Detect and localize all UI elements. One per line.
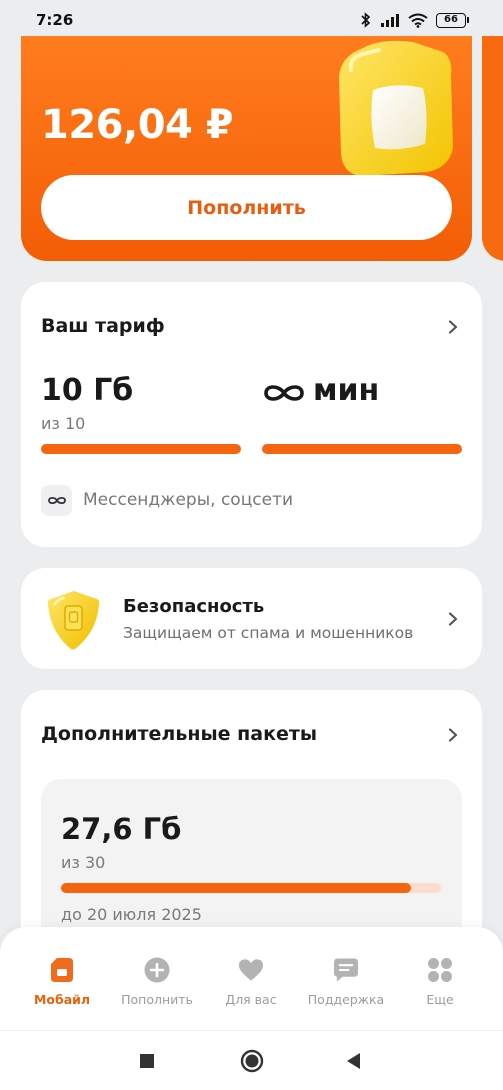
infinity-icon: [264, 385, 304, 401]
shield-icon: [47, 591, 100, 650]
nav-label: Пополнить: [121, 992, 193, 1007]
nav-item-support[interactable]: Поддержка: [296, 927, 396, 1030]
nav-item-more[interactable]: Еще: [390, 927, 490, 1030]
grid-dots-icon: [427, 957, 453, 983]
pack-amount: 27,6 Гб: [61, 812, 182, 846]
home-button[interactable]: [239, 1048, 265, 1074]
triangle-back-icon: [347, 1053, 360, 1069]
security-subtitle: Защищаем от спама и мошенников: [123, 624, 414, 642]
security-card[interactable]: Безопасность Защищаем от спама и мошенни…: [21, 568, 482, 669]
packs-title: Дополнительные пакеты: [41, 723, 318, 745]
pack-until: до 20 июля 2025: [61, 905, 202, 924]
nav-label: Еще: [426, 992, 454, 1007]
sim-card-icon: [49, 957, 75, 983]
minutes-progress-bar: [262, 444, 462, 454]
balance-card[interactable]: 126,04 ₽ Пополнить: [21, 36, 472, 261]
pack-progress-fill: [61, 883, 411, 893]
balance-amount: 126,04 ₽: [41, 102, 234, 148]
square-icon: [140, 1054, 154, 1068]
data-of: из 10: [41, 414, 86, 433]
wifi-icon: [408, 13, 428, 28]
signal-icon: [381, 13, 399, 27]
chevron-right-icon: [448, 612, 458, 626]
battery-level: 66: [436, 12, 466, 28]
nav-item-for-you[interactable]: Для вас: [201, 927, 301, 1030]
messengers-label: Мессенджеры, соцсети: [83, 490, 294, 510]
status-bar: 7:26 66: [0, 0, 503, 40]
bottom-nav: Мобайл Пополнить Для вас Поддержка Еще: [0, 927, 503, 1030]
heart-icon: [238, 957, 264, 983]
nav-label: Поддержка: [307, 992, 385, 1007]
data-amount: 10 Гб: [41, 373, 134, 408]
nav-item-topup[interactable]: Пополнить: [107, 927, 207, 1030]
chevron-right-icon: [448, 728, 458, 742]
next-card-peek[interactable]: [482, 36, 503, 261]
security-title: Безопасность: [123, 596, 265, 617]
messengers-infinity-icon: [41, 485, 72, 516]
topup-button[interactable]: Пополнить: [41, 175, 452, 240]
data-progress-bar: [41, 444, 241, 454]
plus-circle-icon: [144, 957, 170, 983]
status-icons: 66: [360, 12, 469, 28]
sim-pillow-illustration: [339, 40, 453, 176]
circle-icon: [240, 1049, 264, 1073]
chat-bubble-icon: [333, 957, 359, 983]
bluetooth-icon: [361, 12, 371, 28]
recents-button[interactable]: [134, 1048, 160, 1074]
nav-label: Мобайл: [33, 992, 91, 1007]
system-nav-bar: [0, 1030, 503, 1090]
battery-icon: 66: [436, 12, 469, 28]
pack-of: из 30: [61, 853, 106, 872]
tariff-title: Ваш тариф: [41, 315, 165, 337]
chevron-right-icon: [448, 320, 458, 334]
minutes-amount: мин: [313, 373, 380, 408]
nav-item-mobile[interactable]: Мобайл: [12, 927, 112, 1030]
nav-label: Для вас: [225, 992, 277, 1007]
status-time: 7:26: [36, 11, 74, 29]
back-button[interactable]: [341, 1048, 367, 1074]
tariff-card[interactable]: Ваш тариф 10 Гб из 10 мин Мессенджеры, с…: [21, 282, 482, 547]
pack-progress-track: [61, 883, 441, 893]
